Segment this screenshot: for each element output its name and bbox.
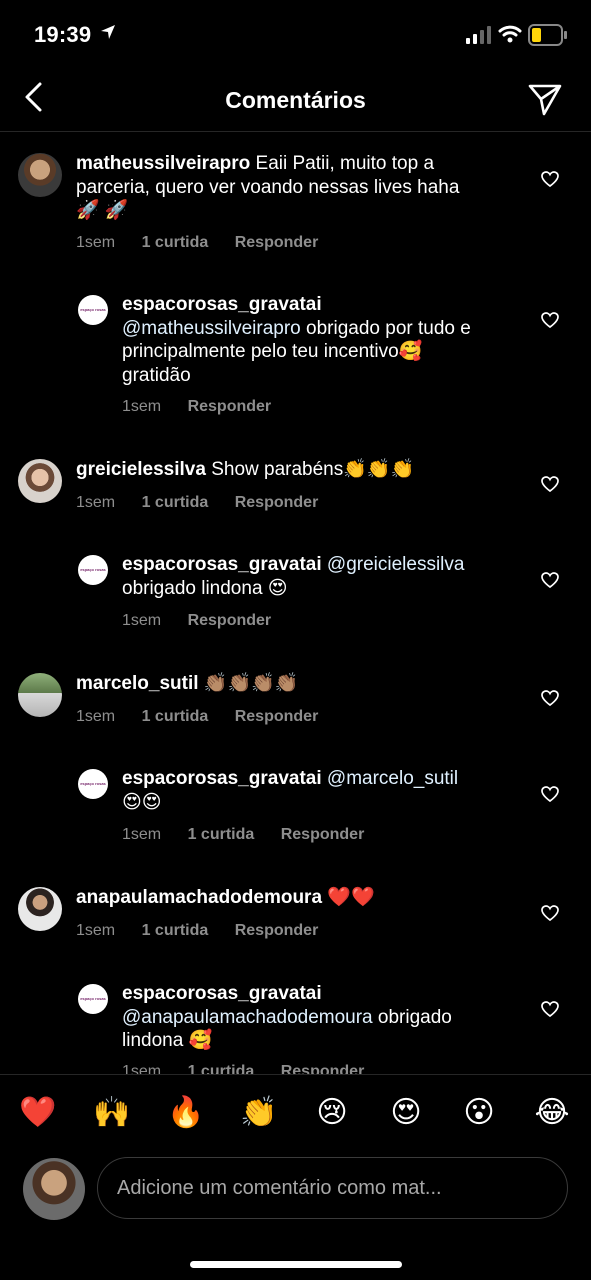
avatar-espacorosas[interactable]: espaço rosas (78, 984, 108, 1014)
comment-text: matheussilveirapro Eaii Patii, muito top… (76, 153, 460, 221)
reply-button[interactable]: Responder (281, 826, 365, 843)
comment-text: espacorosas_gravatai @marcelo_sutil 😍😍 (122, 768, 459, 813)
comment-username[interactable]: anapaulamachadodemoura (76, 887, 322, 908)
home-indicator[interactable] (190, 1261, 402, 1268)
mention-link[interactable]: @marcelo_sutil (327, 768, 458, 789)
like-heart-icon[interactable] (541, 312, 559, 328)
reply-button[interactable]: Responder (281, 1063, 365, 1074)
comments-list[interactable]: matheussilveirapro Eaii Patii, muito top… (0, 133, 591, 1074)
comment-meta: 1sem 1 curtida Responder (76, 494, 340, 512)
comment-time: 1sem (76, 494, 116, 511)
comment-time: 1sem (122, 612, 162, 629)
like-heart-icon[interactable] (541, 690, 559, 706)
wifi-icon (498, 25, 522, 43)
comment-meta: 1sem 1 curtida Responder (76, 708, 340, 726)
comment-username[interactable]: espacorosas_gravatai (122, 294, 322, 315)
page-title: Comentários (225, 87, 366, 113)
comment-meta: 1sem 1 curtida Responder (122, 1063, 386, 1074)
comment-time: 1sem (122, 398, 162, 415)
comment-time: 1sem (76, 708, 116, 725)
comment-meta: 1sem Responder (122, 398, 293, 416)
likes-count[interactable]: 1 curtida (142, 494, 209, 511)
comment-text: greicielessilva Show parabéns👏👏👏 (76, 459, 415, 480)
comment-time: 1sem (76, 234, 116, 251)
comment-meta: 1sem 1 curtida Responder (76, 234, 340, 252)
avatar-espacorosas[interactable]: espaço rosas (78, 555, 108, 585)
comment-text: espacorosas_gravatai @anapaulamachadodem… (122, 983, 452, 1051)
reply-button[interactable]: Responder (188, 612, 272, 629)
comment-username[interactable]: espacorosas_gravatai (122, 554, 322, 575)
emoji-surprised[interactable]: 😮 (459, 1095, 499, 1131)
reply-button[interactable]: Responder (235, 234, 319, 251)
comment-meta: 1sem 1 curtida Responder (76, 922, 340, 940)
emoji-heart-eyes[interactable]: 😍 (386, 1095, 426, 1131)
likes-count[interactable]: 1 curtida (142, 234, 209, 251)
reply-button[interactable]: Responder (235, 922, 319, 939)
battery-icon (528, 24, 567, 46)
comment-meta: 1sem 1 curtida Responder (122, 826, 386, 844)
comment-time: 1sem (122, 1063, 162, 1074)
reply-button[interactable]: Responder (188, 398, 272, 415)
comment-composer: Adicione um comentário como mat... (0, 1154, 591, 1234)
comment-username[interactable]: espacorosas_gravatai (122, 768, 322, 789)
avatar-espacorosas[interactable]: espaço rosas (78, 295, 108, 325)
likes-count[interactable]: 1 curtida (142, 922, 209, 939)
avatar[interactable] (18, 887, 62, 931)
comment-text: espacorosas_gravatai @greicielessilva ob… (122, 554, 465, 599)
comment-text: anapaulamachadodemoura ❤️❤️ (76, 887, 375, 908)
current-user-avatar (23, 1158, 85, 1220)
comment-username[interactable]: greicielessilva (76, 459, 206, 480)
mention-link[interactable]: @greicielessilva (327, 554, 465, 575)
reply-button[interactable]: Responder (235, 708, 319, 725)
emoji-laughing[interactable]: 😂 (532, 1095, 572, 1131)
comment-text: espacorosas_gravatai @matheussilveirapro… (122, 294, 471, 386)
cellular-signal-icon (466, 26, 491, 44)
location-arrow-icon (101, 25, 115, 39)
avatar-espacorosas[interactable]: espaço rosas (78, 769, 108, 799)
like-heart-icon[interactable] (541, 905, 559, 921)
mention-link[interactable]: @anapaulamachadodemoura (122, 1007, 373, 1028)
comment-time: 1sem (122, 826, 162, 843)
status-bar: 19:39 (0, 0, 591, 70)
comment-input[interactable]: Adicione um comentário como mat... (97, 1157, 568, 1219)
emoji-quick-bar: ❤️ 🙌 🔥 👏 😢 😍 😮 😂 (0, 1074, 591, 1154)
avatar[interactable] (18, 673, 62, 717)
like-heart-icon[interactable] (541, 476, 559, 492)
likes-count[interactable]: 1 curtida (188, 826, 255, 843)
comment-username[interactable]: marcelo_sutil (76, 673, 199, 694)
emoji-fire[interactable]: 🔥 (166, 1095, 206, 1131)
like-heart-icon[interactable] (541, 1001, 559, 1017)
comment-username[interactable]: matheussilveirapro (76, 153, 250, 174)
comment-meta: 1sem Responder (122, 612, 293, 630)
emoji-clap[interactable]: 👏 (239, 1095, 279, 1131)
emoji-crying[interactable]: 😢 (312, 1095, 352, 1131)
emoji-heart[interactable]: ❤️ (18, 1095, 58, 1131)
send-direct-icon[interactable] (526, 82, 564, 116)
reply-button[interactable]: Responder (235, 494, 319, 511)
avatar[interactable] (18, 153, 62, 197)
header: Comentários (0, 70, 591, 132)
comment-input-placeholder: Adicione um comentário como mat... (117, 1176, 442, 1199)
mention-link[interactable]: @matheussilveirapro (122, 318, 301, 339)
likes-count[interactable]: 1 curtida (188, 1063, 255, 1074)
status-time: 19:39 (34, 22, 92, 47)
likes-count[interactable]: 1 curtida (142, 708, 209, 725)
like-heart-icon[interactable] (541, 572, 559, 588)
like-heart-icon[interactable] (541, 171, 559, 187)
comment-text: marcelo_sutil 👏🏽👏🏽👏🏽👏🏽 (76, 673, 299, 694)
like-heart-icon[interactable] (541, 786, 559, 802)
emoji-raised-hands[interactable]: 🙌 (92, 1095, 132, 1131)
avatar[interactable] (18, 459, 62, 503)
comment-username[interactable]: espacorosas_gravatai (122, 983, 322, 1004)
comment-time: 1sem (76, 922, 116, 939)
